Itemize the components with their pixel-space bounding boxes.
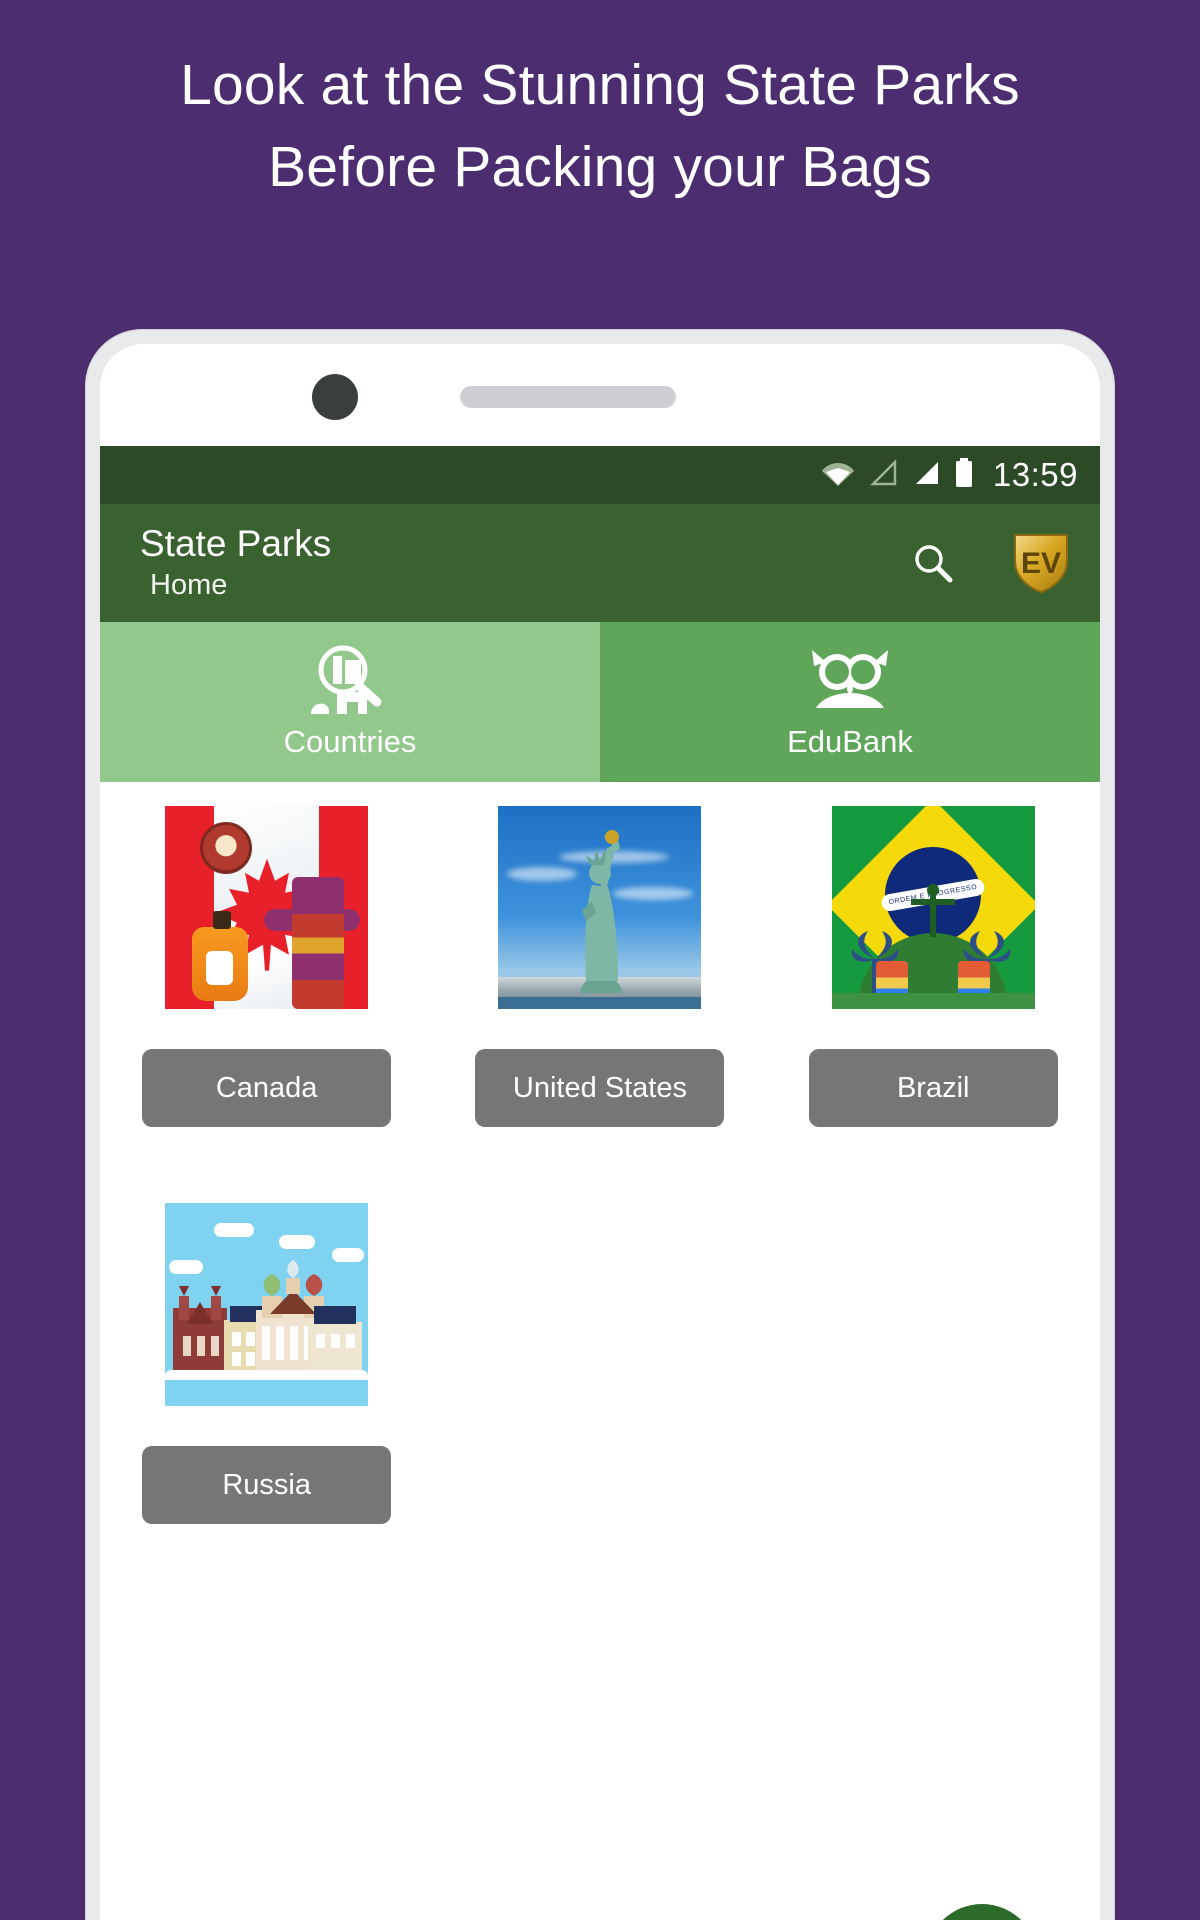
country-button-brazil[interactable]: Brazil (808, 1049, 1058, 1127)
app-bar-actions: EV (906, 504, 1072, 622)
signal-full-icon (911, 459, 941, 492)
country-card-brazil[interactable]: ORDEM E PROGRESSO Brazil (767, 804, 1100, 1127)
tab-bar: Countries EduBank (100, 622, 1100, 782)
tab-countries[interactable]: Countries (100, 622, 600, 782)
app-screen: 13:59 State Parks Home EV Countries EduB… (100, 446, 1100, 1920)
canada-thumbnail[interactable] (165, 806, 369, 1009)
signal-empty-icon (868, 458, 898, 492)
svg-text:EV: EV (1021, 547, 1061, 580)
search-icon (915, 545, 953, 583)
status-bar-clock: 13:59 (992, 456, 1078, 493)
russia-thumbnail[interactable] (165, 1203, 369, 1406)
country-button-canada[interactable]: Canada (142, 1049, 392, 1127)
tab-edubank-label: EduBank (787, 724, 913, 759)
app-bar-titles: State Parks Home (140, 522, 331, 604)
app-bar: State Parks Home EV (100, 504, 1100, 622)
page-title: State Parks (140, 523, 332, 564)
promo-headline: Look at the Stunning State Parks Before … (180, 53, 1020, 199)
tab-edubank[interactable]: EduBank (600, 622, 1100, 782)
breadcrumb: Home (150, 569, 228, 601)
owl-icon (804, 642, 896, 716)
country-button-russia[interactable]: Russia (142, 1446, 392, 1524)
floating-action-button[interactable] (926, 1904, 1038, 1920)
country-grid: Canada United States ORDEM E PROGRESSO B… (100, 782, 1100, 1524)
phone-screen-frame: 13:59 State Parks Home EV Countries EduB… (100, 344, 1100, 1920)
building-search-icon (307, 642, 393, 716)
camera-dot-icon (312, 374, 358, 420)
wifi-icon (821, 459, 855, 492)
united-states-thumbnail[interactable] (498, 806, 702, 1009)
search-button[interactable] (906, 536, 960, 590)
screenshot-root: Look at the Stunning State Parks Before … (0, 0, 1200, 1920)
brazil-thumbnail[interactable]: ORDEM E PROGRESSO (831, 806, 1035, 1009)
status-bar: 13:59 (100, 446, 1100, 504)
grid-row-spacer (100, 1127, 1100, 1201)
ev-shield-icon: EV (1014, 534, 1068, 594)
tab-countries-label: Countries (283, 724, 417, 759)
country-button-united-states[interactable]: United States (475, 1049, 725, 1127)
country-card-russia[interactable]: Russia (100, 1201, 433, 1524)
country-card-canada[interactable]: Canada (100, 804, 433, 1127)
brand-logo-button[interactable]: EV (1010, 530, 1072, 596)
country-card-united-states[interactable]: United States (433, 804, 766, 1127)
speaker-grille-icon (460, 386, 676, 408)
phone-bezel-top (100, 344, 1100, 446)
battery-icon (954, 457, 974, 493)
phone-mockup: 13:59 State Parks Home EV Countries EduB… (86, 330, 1114, 1920)
